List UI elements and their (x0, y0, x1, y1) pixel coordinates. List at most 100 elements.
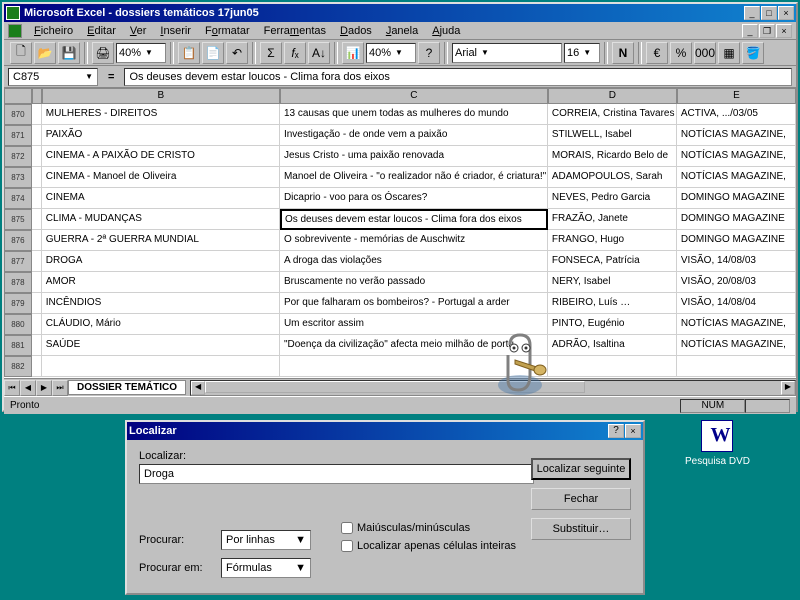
titlebar[interactable]: Microsoft Excel - dossiers temáticos 17j… (4, 4, 796, 22)
cell[interactable]: AMOR (42, 272, 280, 293)
row-header[interactable]: 874 (4, 188, 32, 209)
menu-ver[interactable]: Ver (124, 24, 153, 38)
cell[interactable]: Um escritor assim (280, 314, 548, 335)
tab-last-button[interactable]: ⏭ (52, 380, 68, 396)
search-combo[interactable]: Por linhas▼ (221, 530, 311, 550)
col-header-d[interactable]: D (548, 88, 677, 104)
cell[interactable]: NOTÍCIAS MAGAZINE, (677, 167, 796, 188)
cell[interactable]: CINEMA (42, 188, 280, 209)
row-header[interactable]: 880 (4, 314, 32, 335)
cell[interactable] (32, 314, 42, 335)
col-header-a[interactable] (32, 88, 42, 104)
cell[interactable] (32, 272, 42, 293)
row-header[interactable]: 878 (4, 272, 32, 293)
cell[interactable] (32, 251, 42, 272)
cell[interactable]: CORREIA, Cristina Tavares (548, 104, 677, 125)
cell[interactable] (42, 356, 280, 377)
maximize-button[interactable]: □ (761, 6, 777, 20)
currency-button[interactable]: € (646, 42, 668, 64)
cell[interactable] (280, 356, 548, 377)
zoom-combo-2[interactable]: 40%▼ (366, 43, 416, 63)
tab-prev-button[interactable]: ◀ (20, 380, 36, 396)
cell[interactable]: DOMINGO MAGAZINE (677, 230, 796, 251)
cell[interactable]: A droga das violações (280, 251, 548, 272)
cell[interactable]: MORAIS, Ricardo Belo de (548, 146, 677, 167)
cell[interactable]: Bruscamente no verão passado (280, 272, 548, 293)
cell[interactable]: Jesus Cristo - uma paixão renovada (280, 146, 548, 167)
find-close-button[interactable]: Fechar (531, 488, 631, 510)
menu-janela[interactable]: Janela (380, 24, 424, 38)
autosum-button[interactable]: Σ (260, 42, 282, 64)
select-all-corner[interactable] (4, 88, 32, 104)
cell[interactable] (32, 209, 42, 230)
cell[interactable]: CINEMA - Manoel de Oliveira (42, 167, 280, 188)
find-replace-button[interactable]: Substituir… (531, 518, 631, 540)
fillcolor-button[interactable]: 🪣 (742, 42, 764, 64)
save-button[interactable]: 💾 (58, 42, 80, 64)
cell[interactable]: Dicaprio - voo para os Óscares? (280, 188, 548, 209)
menu-editar[interactable]: Editar (81, 24, 122, 38)
cell[interactable]: VISÃO, 14/08/03 (677, 251, 796, 272)
close-button[interactable]: × (778, 6, 794, 20)
copy-button[interactable]: 📋 (178, 42, 200, 64)
cell[interactable]: "Doença da civilização" afecta meio milh… (280, 335, 548, 356)
row-header[interactable]: 871 (4, 125, 32, 146)
cell[interactable] (32, 104, 42, 125)
name-box[interactable]: C875▼ (8, 68, 98, 86)
doc-minimize-button[interactable]: _ (742, 24, 758, 38)
undo-button[interactable]: ↶ (226, 42, 248, 64)
doc-close-button[interactable]: × (776, 24, 792, 38)
cell[interactable]: 13 causas que unem todas as mulheres do … (280, 104, 548, 125)
sort-asc-button[interactable]: A↓ (308, 42, 330, 64)
col-header-b[interactable]: B (42, 88, 280, 104)
cell[interactable] (32, 335, 42, 356)
cell[interactable]: Manoel de Oliveira - "o realizador não é… (280, 167, 548, 188)
col-header-c[interactable]: C (280, 88, 548, 104)
row-header[interactable]: 870 (4, 104, 32, 125)
scroll-right-button[interactable]: ▶ (781, 381, 795, 395)
scroll-thumb[interactable] (205, 381, 585, 393)
cell[interactable]: MULHERES - DIREITOS (42, 104, 280, 125)
cell[interactable] (32, 188, 42, 209)
comma-button[interactable]: 000 (694, 42, 716, 64)
open-button[interactable]: 📂 (34, 42, 56, 64)
cell[interactable]: GUERRA - 2ª GUERRA MUNDIAL (42, 230, 280, 251)
doc-restore-button[interactable]: ❐ (759, 24, 775, 38)
cell[interactable] (32, 293, 42, 314)
menu-inserir[interactable]: Inserir (154, 24, 197, 38)
cell[interactable]: CLIMA - MUDANÇAS (42, 209, 280, 230)
cell[interactable]: CLÁUDIO, Mário (42, 314, 280, 335)
cell[interactable]: DROGA (42, 251, 280, 272)
cell[interactable] (32, 167, 42, 188)
paste-button[interactable]: 📄 (202, 42, 224, 64)
cell[interactable]: PINTO, Eugénio (548, 314, 677, 335)
tab-next-button[interactable]: ▶ (36, 380, 52, 396)
zoom-combo-1[interactable]: 40%▼ (116, 43, 166, 63)
match-case-check[interactable]: Maiúsculas/minúsculas (341, 522, 516, 534)
bold-button[interactable]: N (612, 42, 634, 64)
row-header[interactable]: 879 (4, 293, 32, 314)
cell[interactable]: FRANGO, Hugo (548, 230, 677, 251)
cell[interactable]: DOMINGO MAGAZINE (677, 209, 796, 230)
cell[interactable]: DOMINGO MAGAZINE (677, 188, 796, 209)
new-button[interactable]: 🗋 (10, 42, 32, 64)
cell[interactable]: Por que falharam os bombeiros? - Portuga… (280, 293, 548, 314)
formula-input[interactable]: Os deuses devem estar loucos - Clima for… (124, 68, 792, 86)
lookin-combo[interactable]: Fórmulas▼ (221, 558, 311, 578)
cell[interactable]: PAIXÃO (42, 125, 280, 146)
cell[interactable] (32, 356, 42, 377)
help-button[interactable]: ? (418, 42, 440, 64)
menu-ficheiro[interactable]: Ficheiro (28, 24, 79, 38)
cell[interactable]: ACTIVA, .../03/05 (677, 104, 796, 125)
cell[interactable]: FONSECA, Patrícia (548, 251, 677, 272)
menu-ajuda[interactable]: Ajuda (426, 24, 466, 38)
cell[interactable]: RIBEIRO, Luís … (548, 293, 677, 314)
find-help-button[interactable]: ? (608, 424, 624, 438)
cell[interactable]: INCÊNDIOS (42, 293, 280, 314)
tab-first-button[interactable]: ⏮ (4, 380, 20, 396)
cell[interactable]: Investigação - de onde vem a paixão (280, 125, 548, 146)
find-titlebar[interactable]: Localizar ? × (127, 422, 643, 440)
cell[interactable] (677, 356, 796, 377)
cell[interactable]: VISÃO, 14/08/04 (677, 293, 796, 314)
find-close-x-button[interactable]: × (625, 424, 641, 438)
